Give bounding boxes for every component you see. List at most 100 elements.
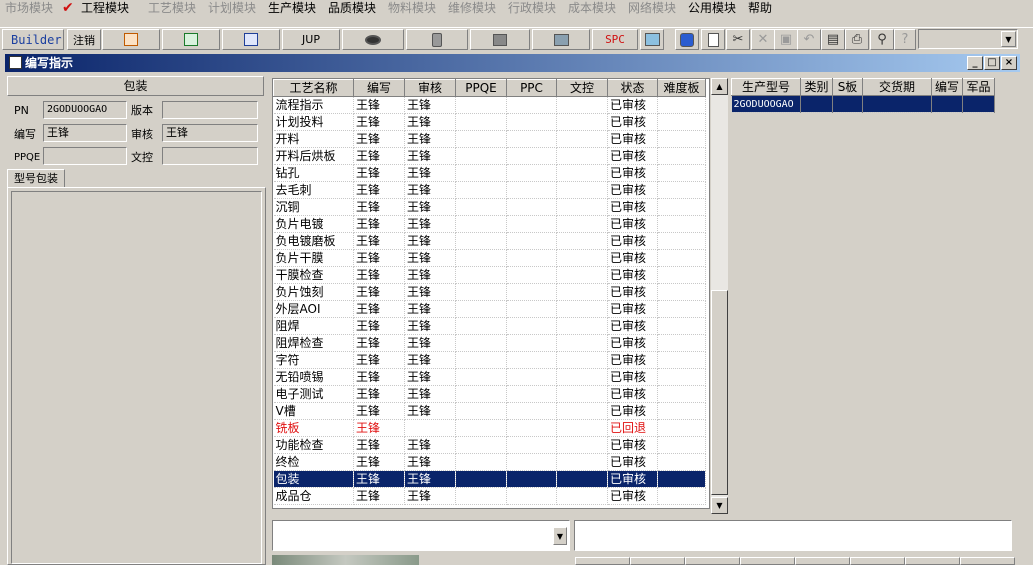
table-cell[interactable] — [455, 334, 507, 352]
bottom-button[interactable] — [575, 557, 630, 565]
column-header[interactable]: S板 — [832, 78, 863, 96]
writer-field[interactable]: 王锋 — [43, 124, 127, 142]
bottom-button[interactable] — [905, 557, 960, 565]
table-cell[interactable] — [931, 95, 963, 113]
table-cell[interactable]: 王锋 — [353, 402, 405, 420]
table-cell[interactable]: 王锋 — [353, 113, 405, 131]
table-cell[interactable] — [455, 470, 507, 488]
table-cell[interactable] — [657, 402, 706, 420]
menu-market[interactable]: 市场模块 — [5, 1, 53, 15]
table-cell[interactable]: 已审核 — [607, 334, 658, 352]
table-row[interactable]: 流程指示 王锋 王锋 已审核 — [273, 96, 706, 114]
table-cell[interactable] — [506, 181, 557, 199]
table-cell[interactable] — [556, 453, 608, 471]
bottom-button[interactable] — [740, 557, 795, 565]
table-cell[interactable]: 王锋 — [353, 385, 405, 403]
table-cell[interactable] — [657, 113, 706, 131]
table-cell[interactable] — [556, 300, 608, 318]
table-cell[interactable]: 已审核 — [607, 113, 658, 131]
menu-material[interactable]: 物料模块 — [388, 1, 436, 15]
table-cell[interactable] — [657, 232, 706, 250]
delete-button[interactable]: ✕ — [751, 29, 775, 50]
table-cell[interactable] — [556, 385, 608, 403]
table-cell[interactable]: 王锋 — [353, 266, 405, 284]
table-row[interactable]: 功能检查 王锋 王锋 已审核 — [273, 436, 706, 454]
table-cell[interactable]: 已审核 — [607, 300, 658, 318]
table-cell[interactable] — [455, 147, 507, 165]
table-cell[interactable] — [556, 164, 608, 182]
menu-quality[interactable]: 品质模块 — [328, 1, 376, 15]
table-row[interactable]: 负片蚀刻 王锋 王锋 已审核 — [273, 283, 706, 301]
table-cell[interactable]: 王锋 — [353, 334, 405, 352]
table-cell[interactable]: 负电镀磨板 — [273, 232, 354, 250]
table-cell[interactable]: 王锋 — [353, 164, 405, 182]
table-cell[interactable] — [657, 368, 706, 386]
table-cell[interactable] — [506, 113, 557, 131]
table-cell[interactable] — [455, 215, 507, 233]
table-cell[interactable] — [657, 96, 706, 114]
view-button[interactable] — [342, 29, 404, 50]
close-button[interactable]: × — [1001, 56, 1017, 70]
bottom-combo[interactable]: ▼ — [272, 520, 570, 551]
table-cell[interactable]: 包装 — [273, 470, 354, 488]
jup-button[interactable]: JUP — [282, 29, 340, 50]
menu-help[interactable]: 帮助 — [748, 1, 772, 15]
table-cell[interactable]: 负片蚀刻 — [273, 283, 354, 301]
table-cell[interactable]: 已审核 — [607, 249, 658, 267]
table-row[interactable]: 负电镀磨板 王锋 王锋 已审核 — [273, 232, 706, 250]
spc-button[interactable]: SPC — [592, 29, 638, 50]
table-cell[interactable] — [506, 487, 557, 505]
logout-button[interactable]: 注销 — [67, 29, 101, 50]
table-cell[interactable]: 已审核 — [607, 351, 658, 369]
table-cell[interactable] — [657, 436, 706, 454]
table-cell[interactable] — [455, 266, 507, 284]
table-cell[interactable] — [657, 147, 706, 165]
table-cell[interactable]: 王锋 — [404, 249, 456, 267]
table-cell[interactable]: 已审核 — [607, 283, 658, 301]
table-cell[interactable]: 王锋 — [404, 402, 456, 420]
table-cell[interactable]: 已审核 — [607, 266, 658, 284]
table-cell[interactable] — [455, 198, 507, 216]
table-cell[interactable] — [506, 96, 557, 114]
table-cell[interactable] — [506, 283, 557, 301]
table-cell[interactable] — [657, 164, 706, 182]
table-cell[interactable] — [506, 334, 557, 352]
table-cell[interactable]: 铣板 — [273, 419, 354, 437]
reviewer-field[interactable]: 王锋 — [162, 124, 258, 142]
table-cell[interactable]: 电子测试 — [273, 385, 354, 403]
table-cell[interactable]: 王锋 — [353, 215, 405, 233]
table-row[interactable]: 钻孔 王锋 王锋 已审核 — [273, 164, 706, 182]
table-cell[interactable]: 王锋 — [404, 181, 456, 199]
table-cell[interactable]: 王锋 — [353, 470, 405, 488]
table-cell[interactable]: 王锋 — [353, 181, 405, 199]
table-cell[interactable]: 王锋 — [404, 300, 456, 318]
table-cell[interactable] — [556, 470, 608, 488]
table-cell[interactable]: 流程指示 — [273, 96, 354, 114]
table-cell[interactable]: 已审核 — [607, 453, 658, 471]
table-cell[interactable] — [455, 96, 507, 114]
preview-button[interactable]: ▤ — [821, 29, 845, 50]
table-cell[interactable]: 已审核 — [607, 181, 658, 199]
table-cell[interactable]: 王锋 — [404, 436, 456, 454]
table-cell[interactable] — [556, 113, 608, 131]
table-row[interactable]: 沉铜 王锋 王锋 已审核 — [273, 198, 706, 216]
table-cell[interactable]: 王锋 — [353, 96, 405, 114]
table-cell[interactable]: 钻孔 — [273, 164, 354, 182]
table-cell[interactable] — [556, 232, 608, 250]
table-cell[interactable]: 字符 — [273, 351, 354, 369]
table-row[interactable]: 终检 王锋 王锋 已审核 — [273, 453, 706, 471]
cut-button[interactable]: ✂ — [726, 29, 750, 50]
table-cell[interactable] — [862, 95, 932, 113]
tab-model-package[interactable]: 型号包装 — [7, 169, 65, 188]
column-header[interactable]: 工艺名称 — [273, 79, 354, 97]
table-row[interactable]: 外层AOI 王锋 王锋 已审核 — [273, 300, 706, 318]
table-cell[interactable]: 王锋 — [404, 164, 456, 182]
scroll-thumb[interactable] — [711, 290, 728, 495]
table-cell[interactable] — [506, 232, 557, 250]
table-row[interactable]: 阻焊 王锋 王锋 已审核 — [273, 317, 706, 335]
undo-button[interactable]: ↶ — [797, 29, 821, 50]
table-cell[interactable] — [800, 95, 833, 113]
table-cell[interactable] — [657, 266, 706, 284]
table-row[interactable]: 计划投料 王锋 王锋 已审核 — [273, 113, 706, 131]
chevron-down-icon[interactable]: ▼ — [553, 527, 567, 545]
